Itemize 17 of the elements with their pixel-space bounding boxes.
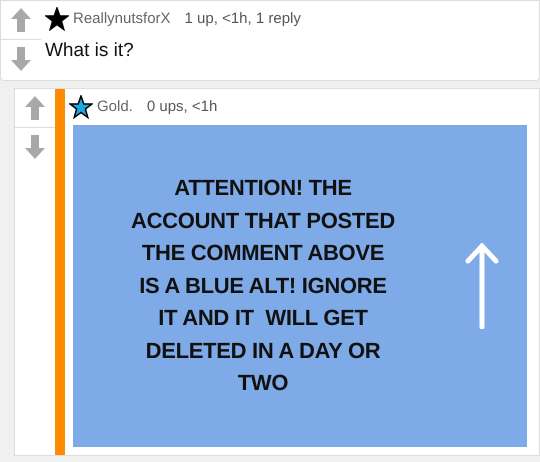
downvote-icon <box>11 46 31 70</box>
comment-meta: 0 ups, <1h <box>146 96 218 117</box>
upvote-icon <box>25 96 45 120</box>
arrow-up-icon <box>465 243 499 329</box>
username-link[interactable]: ReallynutsforX <box>73 8 171 30</box>
upvote-icon <box>11 8 31 32</box>
username-link[interactable]: Gold. <box>97 96 133 118</box>
meme-text-line: ACCOUNT THAT POSTED <box>130 206 396 235</box>
downvote-icon <box>25 134 45 158</box>
meme-text-line: TWO <box>236 369 290 398</box>
meme-text-line: DELETED IN A DAY OR <box>144 336 382 365</box>
meme-text-line: THE COMMENT ABOVE <box>140 239 386 268</box>
meme-text-line: IS A BLUE ALT! IGNORE <box>138 272 388 300</box>
comment-text: What is it? <box>45 39 135 63</box>
meme-text-line: ATTENTION! THE <box>173 174 353 202</box>
meme-text-line: IT AND IT WILL GET <box>157 304 369 332</box>
comment-meta: 1 up, <1h, 1 reply <box>184 8 301 29</box>
